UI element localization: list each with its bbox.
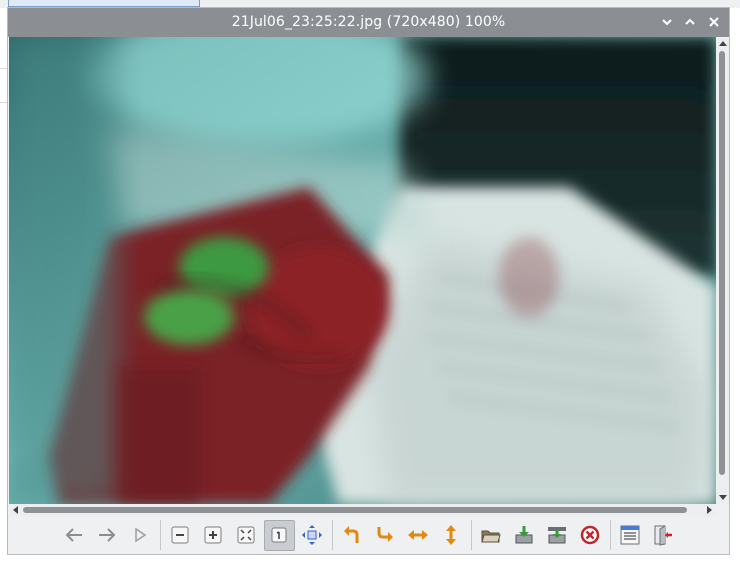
open-file-button[interactable]: [476, 520, 507, 551]
minimize-button[interactable]: [659, 14, 675, 30]
save-icon: [515, 526, 533, 544]
horizontal-scroll-thumb[interactable]: [23, 507, 687, 513]
vertical-scroll-thumb[interactable]: [719, 51, 725, 475]
zoom-out-button[interactable]: [165, 520, 196, 551]
next-button[interactable]: [92, 520, 123, 551]
chevron-down-icon: [662, 19, 672, 26]
window-title: 21Jul06_23:25:22.jpg (720x480) 100%: [231, 14, 506, 30]
background-tab: [8, 0, 200, 7]
quit-button[interactable]: [648, 520, 679, 551]
horizontal-scrollbar[interactable]: [9, 504, 716, 516]
open-folder-icon: [481, 530, 501, 543]
flip-horizontal-icon: [408, 530, 428, 540]
vertical-scrollbar[interactable]: [716, 37, 729, 504]
preferences-button[interactable]: [615, 520, 646, 551]
preferences-icon: [620, 525, 640, 545]
toolbar-separator: [609, 520, 611, 550]
zoom-in-icon: [204, 526, 222, 544]
scroll-right-arrow-icon[interactable]: [707, 506, 712, 514]
arrow-right-icon: [99, 528, 116, 542]
zoom-in-button[interactable]: [198, 520, 229, 551]
title-bar[interactable]: 21Jul06_23:25:22.jpg (720x480) 100%: [8, 8, 729, 37]
previous-button[interactable]: [59, 520, 90, 551]
save-as-button[interactable]: [542, 520, 573, 551]
rotate-cw-icon: [377, 527, 393, 542]
slideshow-button[interactable]: [125, 520, 156, 551]
play-icon: [135, 527, 147, 543]
fullscreen-button[interactable]: [297, 520, 328, 551]
rotate-cw-button[interactable]: [370, 520, 401, 551]
original-size-icon: [271, 527, 287, 543]
flip-horizontal-button[interactable]: [403, 520, 434, 551]
save-button[interactable]: [509, 520, 540, 551]
arrow-left-icon: [65, 528, 82, 542]
fullscreen-icon: [302, 525, 322, 545]
toolbar-separator: [159, 520, 161, 550]
image-viewer-window: 21Jul06_23:25:22.jpg (720x480) 100%: [7, 7, 730, 555]
zoom-out-icon: [171, 526, 189, 544]
scroll-left-arrow-icon[interactable]: [13, 506, 18, 514]
fit-window-button[interactable]: [231, 520, 262, 551]
rotate-ccw-button[interactable]: [337, 520, 368, 551]
toolbar-separator: [470, 520, 472, 550]
delete-icon: [580, 525, 600, 545]
photo-image: [9, 37, 716, 504]
toolbar: [8, 516, 729, 554]
chevron-up-icon: [685, 18, 695, 25]
save-as-icon: [548, 527, 566, 544]
rotate-ccw-icon: [344, 526, 359, 543]
maximize-button[interactable]: [682, 14, 698, 30]
close-icon: [709, 17, 719, 27]
original-size-button[interactable]: [263, 519, 295, 551]
image-canvas[interactable]: [9, 37, 716, 504]
scroll-up-arrow-icon[interactable]: [719, 41, 727, 46]
toolbar-separator: [331, 520, 333, 550]
flip-vertical-button[interactable]: [436, 520, 467, 551]
quit-icon: [654, 525, 672, 546]
close-button[interactable]: [706, 14, 722, 30]
scroll-down-arrow-icon[interactable]: [719, 495, 727, 500]
flip-vertical-icon: [446, 525, 456, 545]
fit-icon: [237, 526, 255, 544]
delete-button[interactable]: [575, 520, 606, 551]
